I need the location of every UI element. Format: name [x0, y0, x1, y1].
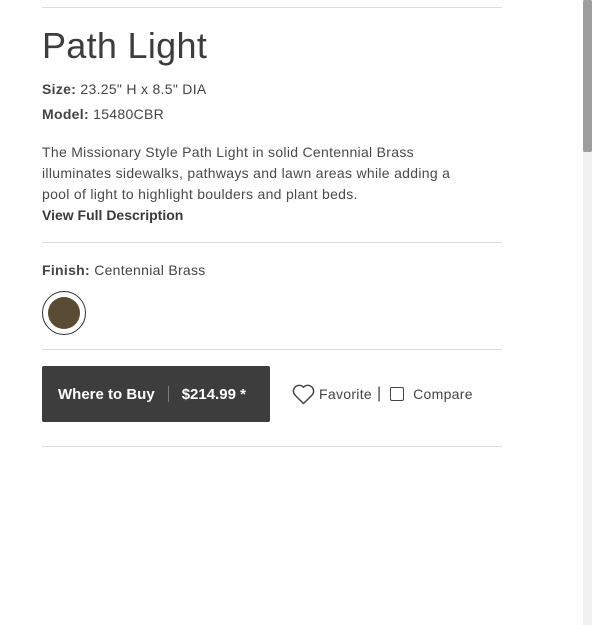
- heart-icon: [292, 384, 315, 404]
- finish-divider: [42, 349, 502, 350]
- bottom-divider: [42, 446, 502, 447]
- description-line: pool of light to highlight boulders and …: [42, 186, 358, 202]
- favorite-label: Favorite: [319, 386, 372, 402]
- top-divider: [42, 7, 502, 8]
- action-separator: |: [376, 385, 382, 402]
- where-to-buy-button[interactable]: Where to Buy $214.99 *: [42, 366, 270, 422]
- compare-label: Compare: [413, 386, 473, 402]
- centennial-brass-swatch: [48, 297, 80, 329]
- view-full-description-link[interactable]: View Full Description: [42, 206, 183, 224]
- model-spec: Model: 15480CBR: [42, 105, 502, 123]
- compare-checkbox[interactable]: [390, 387, 405, 401]
- finish-swatch-selected[interactable]: [42, 291, 86, 335]
- size-value: 23.25" H x 8.5" DIA: [80, 81, 207, 97]
- description-divider: [42, 242, 502, 243]
- scrollbar-thumb[interactable]: [583, 0, 592, 152]
- favorite-button[interactable]: Favorite: [292, 384, 372, 405]
- product-title: Path Light: [42, 25, 208, 66]
- description-line: illuminates sidewalks, pathways and lawn…: [42, 165, 451, 181]
- finish-spec: Finish: Centennial Brass: [42, 261, 502, 279]
- product-description: The Missionary Style Path Light in solid…: [42, 142, 502, 205]
- product-info-panel: Path Light Size: 23.25" H x 8.5" DIA Mod…: [42, 0, 502, 447]
- model-value: 15480CBR: [93, 106, 164, 122]
- purchase-actions: Where to Buy $214.99 * Favorite | Compar…: [42, 366, 502, 422]
- vertical-scrollbar[interactable]: [583, 0, 592, 625]
- where-to-buy-label: Where to Buy: [58, 385, 155, 403]
- size-label: Size:: [42, 81, 77, 97]
- model-label: Model:: [42, 106, 89, 122]
- finish-label: Finish:: [42, 262, 90, 278]
- size-spec: Size: 23.25" H x 8.5" DIA: [42, 80, 502, 98]
- description-line: The Missionary Style Path Light in solid…: [42, 144, 414, 160]
- finish-value: Centennial Brass: [94, 262, 206, 278]
- compare-toggle[interactable]: Compare: [390, 386, 473, 402]
- product-detail-page: Path Light Size: 23.25" H x 8.5" DIA Mod…: [0, 0, 592, 625]
- button-separator: [167, 386, 169, 402]
- price-label: $214.99 *: [181, 385, 246, 403]
